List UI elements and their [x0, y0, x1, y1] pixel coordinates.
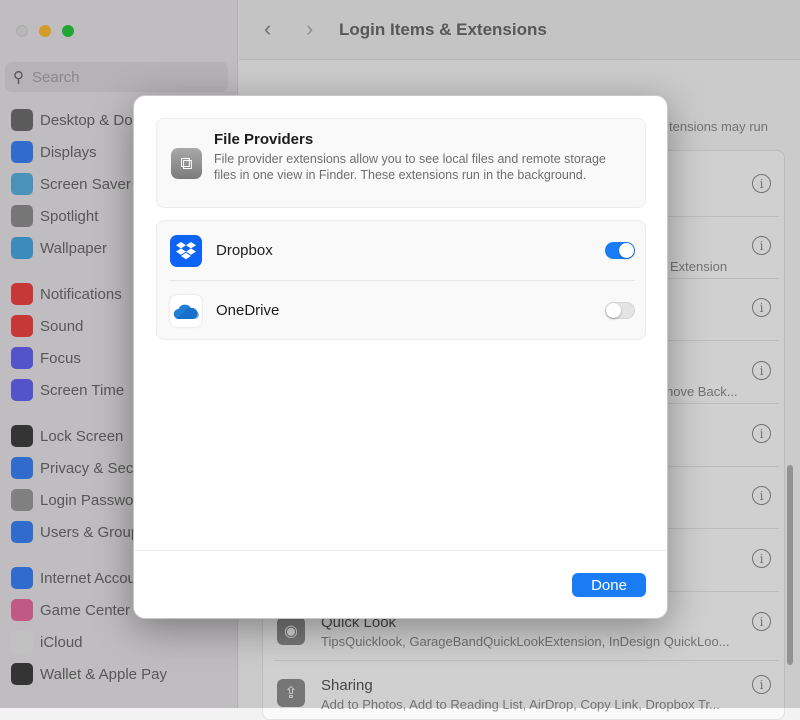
provider-name: OneDrive: [216, 302, 280, 319]
onedrive-icon: [170, 294, 202, 327]
file-providers-dialog: ⧉ File Providers File provider extension…: [133, 95, 668, 619]
provider-row-onedrive: OneDrive: [157, 281, 645, 340]
dialog-description: File provider extensions allow you to se…: [214, 152, 606, 182]
dropbox-icon: [170, 234, 202, 267]
provider-row-dropbox: Dropbox: [157, 221, 645, 280]
footer-divider: [134, 550, 667, 551]
done-button[interactable]: Done: [572, 573, 646, 597]
providers-list: Dropbox OneDrive: [156, 220, 646, 340]
dropbox-toggle[interactable]: [605, 242, 635, 259]
onedrive-toggle[interactable]: [605, 302, 635, 319]
documents-icon: ⧉: [171, 148, 202, 179]
provider-name: Dropbox: [216, 242, 273, 259]
dialog-title: File Providers: [214, 131, 314, 148]
header-card: ⧉ File Providers File provider extension…: [156, 118, 646, 208]
